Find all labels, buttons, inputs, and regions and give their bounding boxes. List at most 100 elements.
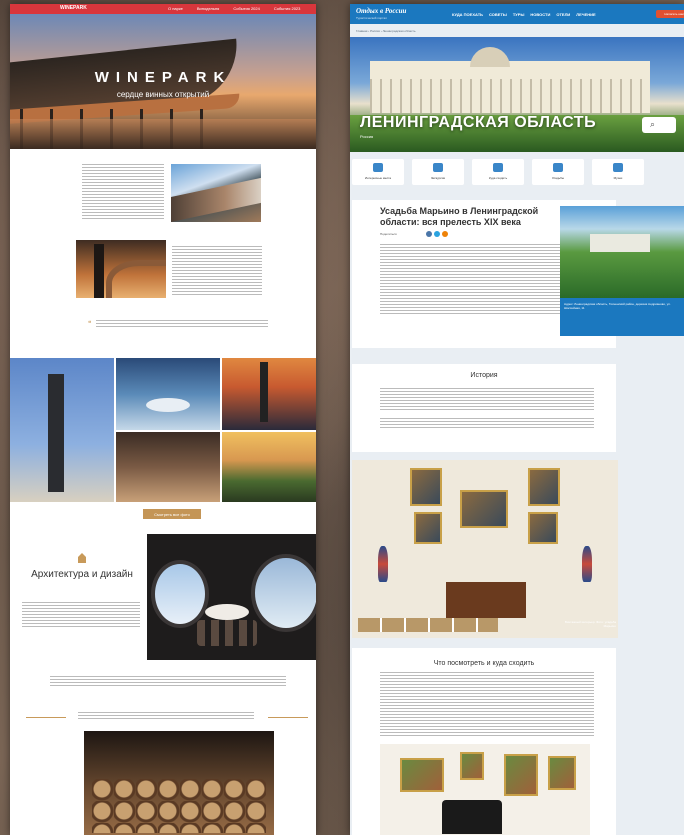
painting-frame — [400, 758, 444, 792]
category-where-to-go[interactable]: Куда сходить — [472, 159, 524, 185]
nav-item-about[interactable]: О парке — [168, 6, 183, 11]
category-estates[interactable]: Усадьбы — [532, 159, 584, 185]
region-title: ЛЕНИНГРАДСКАЯ ОБЛАСТЬ — [360, 114, 597, 131]
address-text: Адрес: Ленинградская область, Тосненский… — [564, 302, 671, 310]
rr-logo-tagline: Туристический портал — [356, 16, 387, 20]
building-icon — [553, 163, 563, 172]
rr-logo[interactable]: Отдых в России — [356, 7, 406, 15]
architecture-caption — [50, 676, 286, 688]
gallery-sunset-image[interactable] — [222, 358, 316, 430]
vk-share-icon[interactable] — [426, 231, 432, 237]
vase — [378, 546, 388, 582]
nav-item-events-2024[interactable]: События 2024 — [233, 6, 260, 11]
gallery-pool-image[interactable] — [116, 358, 220, 430]
music-room-image — [380, 744, 590, 835]
intro-text-block — [82, 164, 164, 220]
dining-chairs — [197, 620, 257, 646]
painting-frame — [460, 490, 508, 528]
commode — [446, 582, 526, 618]
history-text-1 — [380, 388, 594, 410]
rr-topbar: Отдых в России Туристический портал КУДА… — [350, 4, 684, 24]
telegram-share-icon[interactable] — [434, 231, 440, 237]
nav-item-events-2023[interactable]: События 2023 — [274, 6, 301, 11]
rr-hero: ЛЕНИНГРАДСКАЯ ОБЛАСТЬ Россия ⌕ — [350, 37, 684, 152]
thumbnail-strip[interactable] — [358, 618, 498, 632]
otdykh-mockup: Отдых в России Туристический портал КУДА… — [350, 4, 684, 835]
category-interesting-places[interactable]: Интересные места — [352, 159, 404, 185]
quote-icon: ❝ — [88, 321, 92, 327]
house-icon — [78, 553, 86, 563]
painting-frame — [414, 512, 442, 544]
quote-text — [96, 320, 268, 328]
gallery-mountains-image[interactable] — [222, 432, 316, 502]
winepark-logo[interactable]: WINEPARK — [60, 5, 87, 11]
interior-photo[interactable]: Винтажный интерьер. Фото: усадьба Марьин… — [352, 460, 618, 638]
category-label: Усадьбы — [551, 176, 565, 180]
barrels — [92, 779, 266, 833]
round-window-right — [251, 554, 316, 632]
search-icon[interactable]: ⌕ — [650, 119, 655, 130]
article-intro-text — [380, 244, 560, 314]
nav-item-winery[interactable]: Винодельня — [197, 6, 219, 11]
view-all-photos-button[interactable]: Смотреть все фото — [143, 509, 201, 519]
breadcrumb[interactable]: Главная › Россия › Ленинградская область — [356, 29, 416, 33]
piano — [442, 800, 502, 834]
winepark-mockup: WINEPARK О парке Винодельня События 2024… — [10, 4, 316, 835]
hero-sea — [10, 119, 316, 149]
pin-icon — [493, 163, 503, 172]
category-museums[interactable]: Музеи — [592, 159, 644, 185]
nav-hotels[interactable]: ОТЕЛИ — [556, 12, 570, 17]
gallery-hall-image[interactable] — [116, 432, 220, 502]
camera-icon — [373, 163, 383, 172]
history-card: История — [352, 364, 616, 452]
divider-right — [268, 717, 308, 718]
what-to-see-title: Что посмотреть и куда сходить — [433, 660, 535, 667]
winepark-hero: WINEPARK сердце винных открытий — [10, 14, 316, 149]
nav-treatment[interactable]: ЛЕЧЕНИЕ — [576, 12, 595, 17]
divider-left — [26, 717, 66, 718]
winepark-nav: О парке Винодельня События 2024 События … — [168, 6, 300, 11]
painting-frame — [528, 468, 560, 506]
rr-nav: КУДА ПОЕХАТЬ СОВЕТЫ ТУРЫ НОВОСТИ ОТЕЛИ Л… — [452, 12, 596, 17]
hero-palace — [370, 61, 650, 113]
article-title: Усадьба Марьино в Ленинградской области:… — [380, 206, 539, 227]
cellar-intro-text — [78, 712, 254, 720]
hero-title: WINEPARK — [94, 69, 232, 86]
nav-news[interactable]: НОВОСТИ — [530, 12, 550, 17]
wine-cellar-image — [84, 731, 274, 835]
category-label: Куда сходить — [488, 176, 508, 180]
painting-frame — [548, 756, 576, 790]
history-title: История — [470, 372, 498, 379]
ok-share-icon[interactable] — [442, 231, 448, 237]
nav-tips[interactable]: СОВЕТЫ — [489, 12, 507, 17]
compass-icon — [433, 163, 443, 172]
painting-frame — [504, 754, 538, 796]
architecture-title: Архитектура и дизайн — [31, 569, 133, 580]
category-label: Экскурсии — [430, 176, 446, 180]
category-tiles: Интересные места Экскурсии Куда сходить … — [352, 159, 684, 185]
estate-aerial-image — [560, 206, 684, 298]
hero-subtitle: сердце винных открытий — [116, 90, 210, 99]
search-box[interactable]: ⌕ — [642, 117, 676, 133]
category-excursions[interactable]: Экскурсии — [412, 159, 464, 185]
history-text-2 — [380, 418, 594, 428]
winery-text-block — [172, 246, 262, 296]
museum-icon — [613, 163, 623, 172]
painting-frame — [528, 512, 558, 544]
hero-dome — [470, 47, 510, 67]
gallery-tower-image[interactable] — [10, 358, 114, 502]
round-window-left — [151, 560, 209, 628]
nav-tours[interactable]: ТУРЫ — [513, 12, 525, 17]
dining-table — [205, 604, 249, 620]
address-box: Адрес: Ленинградская область, Тосненский… — [560, 298, 684, 336]
winepark-topbar: WINEPARK О парке Винодельня События 2024… — [10, 4, 316, 14]
vase — [582, 546, 592, 582]
category-label: Музеи — [613, 176, 623, 180]
category-label: Интересные места — [364, 176, 392, 180]
photo-caption: Винтажный интерьер. Фото: усадьба Марьин… — [564, 620, 616, 628]
share-label: Поделиться — [380, 232, 397, 236]
nav-where-to-go[interactable]: КУДА ПОЕХАТЬ — [452, 12, 483, 17]
region-subtitle: Россия — [360, 134, 374, 139]
contact-button[interactable]: Написать нам — [656, 10, 684, 18]
painting-frame — [460, 752, 484, 780]
